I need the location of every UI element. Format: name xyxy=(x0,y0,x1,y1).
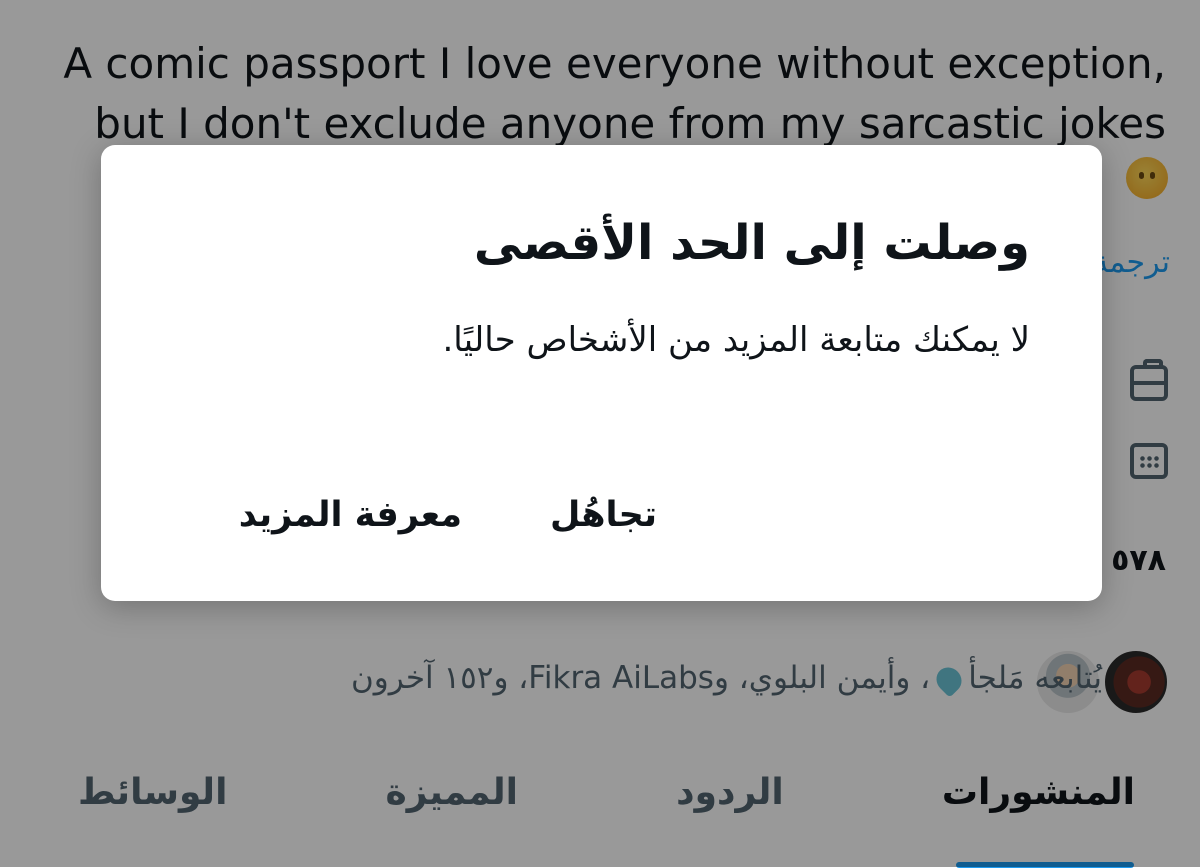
dialog-title: وصلت إلى الحد الأقصى xyxy=(473,215,1030,271)
learn-more-button[interactable]: معرفة المزيد xyxy=(239,495,462,535)
ignore-button[interactable]: تجاهُل xyxy=(550,495,657,535)
limit-reached-dialog: وصلت إلى الحد الأقصى لا يمكنك متابعة الم… xyxy=(101,145,1102,601)
dialog-message: لا يمكنك متابعة المزيد من الأشخاص حاليًا… xyxy=(442,320,1031,360)
